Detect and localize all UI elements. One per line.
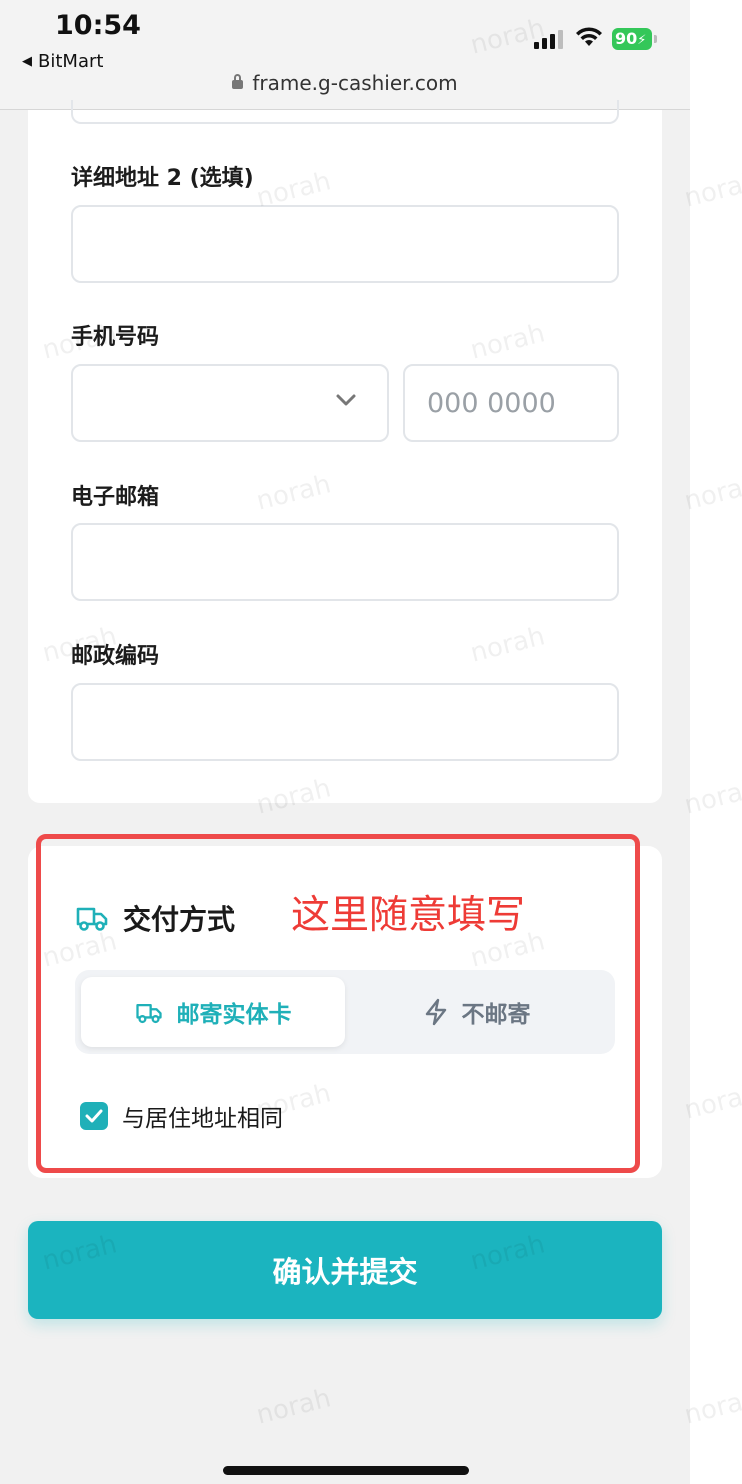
delivery-method-card: 交付方式 这里随意填写 邮寄实体卡 不邮寄 与居住地址相同 <box>28 846 662 1178</box>
option-mail-physical-card[interactable]: 邮寄实体卡 <box>81 977 345 1047</box>
annotation-text: 这里随意填写 <box>291 893 526 938</box>
back-triangle-icon: ◀ <box>22 54 32 69</box>
page-main: 10:54 ◀ BitMart 90⚡ frame.g-cashier.com <box>0 0 690 1484</box>
same-address-checkbox-row[interactable]: 与居住地址相同 <box>80 1099 283 1133</box>
same-address-label: 与居住地址相同 <box>122 1106 283 1132</box>
battery-icon: 90⚡ <box>612 28 652 50</box>
phone-label: 手机号码 <box>71 325 160 350</box>
chevron-down-icon <box>336 394 356 406</box>
home-indicator[interactable] <box>223 1466 469 1475</box>
email-input[interactable] <box>71 523 619 601</box>
watermark: norah <box>253 1383 335 1431</box>
phone-number-input[interactable] <box>403 364 619 442</box>
lightning-icon <box>425 998 446 1026</box>
delivery-title: 交付方式 <box>123 903 236 936</box>
truck-icon <box>135 1003 162 1023</box>
same-address-checkbox[interactable] <box>80 1102 108 1130</box>
option-no-mail[interactable]: 不邮寄 <box>345 977 609 1047</box>
address1-input-partial[interactable] <box>71 100 619 124</box>
back-app-label: BitMart <box>38 51 104 72</box>
address2-label: 详细地址 2 (选填) <box>71 166 254 191</box>
right-margin <box>690 0 742 1484</box>
option-no-mail-label: 不邮寄 <box>461 1002 531 1028</box>
email-label: 电子邮箱 <box>71 485 160 510</box>
url-text: frame.g-cashier.com <box>252 71 458 95</box>
battery-nub <box>654 35 657 43</box>
submit-button[interactable]: 确认并提交 <box>28 1221 662 1319</box>
wifi-icon <box>576 27 602 46</box>
phone-country-select[interactable] <box>71 364 389 442</box>
status-time: 10:54 <box>55 10 141 41</box>
delivery-title-row: 交付方式 <box>75 898 235 938</box>
lock-icon <box>232 74 244 89</box>
battery-percent: 90 <box>615 29 638 48</box>
status-bar: 10:54 ◀ BitMart 90⚡ frame.g-cashier.com <box>0 0 690 110</box>
truck-icon <box>76 907 108 931</box>
option-mail-label: 邮寄实体卡 <box>176 1002 292 1028</box>
screen: 10:54 ◀ BitMart 90⚡ frame.g-cashier.com <box>0 0 742 1484</box>
address-bar[interactable]: frame.g-cashier.com <box>0 71 690 95</box>
checkmark-icon <box>85 1109 103 1123</box>
postal-code-input[interactable] <box>71 683 619 761</box>
address2-input[interactable] <box>71 205 619 283</box>
postal-code-label: 邮政编码 <box>71 644 160 669</box>
cellular-signal-icon <box>534 30 563 49</box>
back-to-app-link[interactable]: ◀ BitMart <box>22 51 103 72</box>
address-form-card: 详细地址 2 (选填) 手机号码 电子邮箱 邮政编码 <box>28 100 662 803</box>
delivery-option-segmented: 邮寄实体卡 不邮寄 <box>75 970 615 1054</box>
